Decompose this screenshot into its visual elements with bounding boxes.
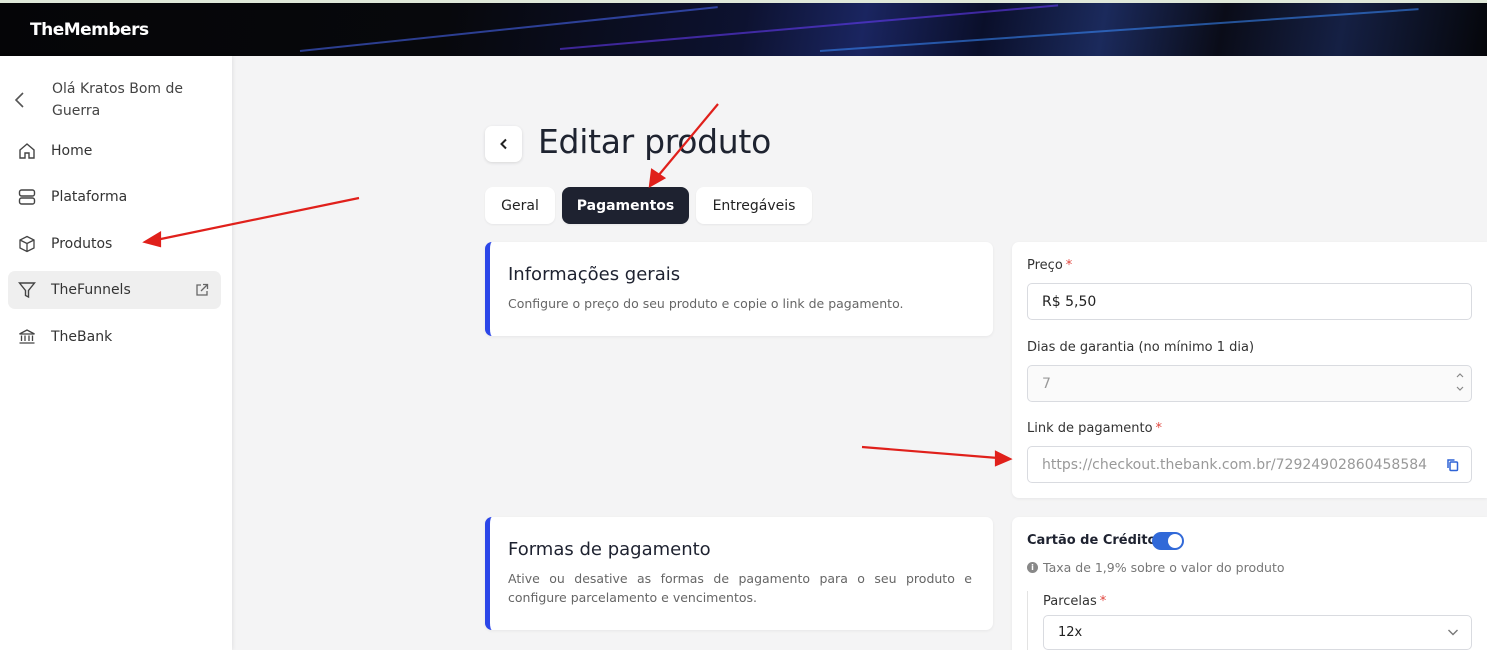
sidebar-item-thebank[interactable]: TheBank [8,318,221,356]
price-label: Preço * [1027,258,1073,273]
sidebar: Olá Kratos Bom de Guerra Home Plataforma… [0,56,232,650]
price-input[interactable]: R$ 5,50 [1027,283,1472,320]
warranty-input[interactable]: 7 [1027,365,1472,402]
sidebar-item-thefunnels[interactable]: TheFunnels [8,271,221,309]
decorative-streak [819,8,1419,52]
decorative-streak [299,6,718,52]
back-button[interactable] [485,126,522,162]
warranty-label: Dias de garantia (no mínimo 1 dia) [1027,340,1255,355]
installments-select[interactable]: 12x [1043,615,1472,650]
sidebar-greeting: Olá Kratos Bom de Guerra [14,78,212,122]
credit-card-toggle[interactable] [1152,532,1184,550]
chevron-up-icon[interactable] [1455,369,1465,383]
number-stepper[interactable] [1455,369,1465,397]
external-link-icon [195,283,209,301]
chevron-left-icon[interactable] [14,78,40,122]
fee-note: i Taxa de 1,9% sobre o valor do produto [1027,560,1285,575]
annotation-arrow [861,445,999,460]
info-icon: i [1027,562,1038,573]
annotation-arrowhead [994,450,1013,467]
server-icon [18,188,36,206]
tab-geral[interactable]: Geral [485,187,555,224]
divider [1027,591,1028,650]
payment-link-label: Link de pagamento * [1027,421,1163,436]
general-info-card: Informações gerais Configure o preço do … [485,242,993,336]
sidebar-item-label: TheFunnels [51,282,131,298]
section-description: Ative ou desative as formas de pagamento… [508,571,972,605]
chevron-down-icon[interactable] [1455,383,1465,397]
annotation-arrowhead [648,168,667,189]
tab-entregaveis[interactable]: Entregáveis [696,187,812,224]
copy-icon[interactable] [1446,458,1459,476]
decorative-streak [559,4,1059,50]
price-settings-card: Preço * R$ 5,50 Dias de garantia (no míni… [1012,242,1487,498]
credit-card-label: Cartão de Crédito [1027,533,1157,548]
credit-card-settings-card: Cartão de Crédito i Taxa de 1,9% sobre o… [1012,517,1487,650]
payment-methods-card: Formas de pagamento Ative ou desative as… [485,517,993,630]
section-description: Configure o preço do seu produto e copie… [508,296,904,311]
sidebar-item-home[interactable]: Home [8,132,221,170]
box-icon [18,235,36,253]
sidebar-item-label: Produtos [51,236,113,252]
sidebar-item-plataforma[interactable]: Plataforma [8,178,221,216]
home-icon [18,142,36,160]
page-title: Editar produto [538,122,771,161]
funnel-icon [18,281,36,299]
sidebar-item-label: TheBank [51,329,113,345]
chevron-left-icon [499,138,507,150]
chevron-down-icon [1447,626,1459,642]
top-bar: TheMembers [0,0,1487,56]
greeting-text: Olá Kratos Bom de Guerra [52,81,184,119]
app-logo[interactable]: TheMembers [30,20,149,40]
sidebar-item-label: Home [51,143,93,159]
payment-link-input[interactable]: https://checkout.thebank.com.br/72924902… [1027,446,1472,483]
bank-icon [18,328,36,346]
section-title: Informações gerais [508,264,681,285]
tab-pagamentos[interactable]: Pagamentos [562,187,689,224]
sidebar-item-label: Plataforma [51,189,128,205]
installments-label: Parcelas * [1043,594,1107,609]
sidebar-item-produtos[interactable]: Produtos [8,225,221,263]
section-title: Formas de pagamento [508,539,711,560]
